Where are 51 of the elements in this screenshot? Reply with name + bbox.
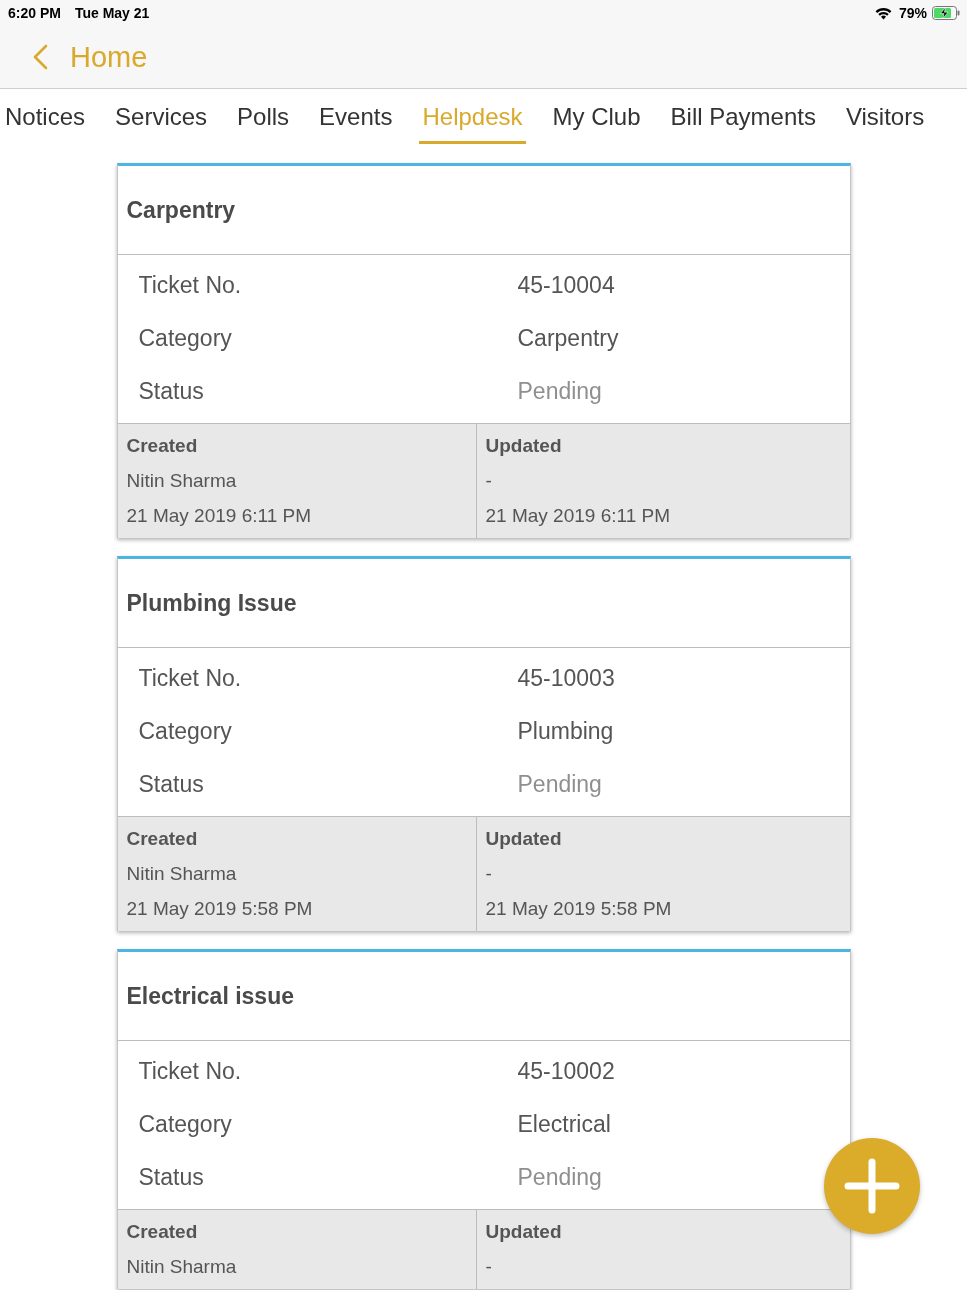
field-value: Electrical bbox=[517, 1110, 611, 1139]
field-value: Carpentry bbox=[517, 324, 619, 353]
field-label: Status bbox=[138, 377, 204, 406]
plus-icon bbox=[844, 1158, 900, 1214]
tab[interactable]: Services bbox=[112, 89, 211, 144]
chevron-left-icon bbox=[32, 44, 48, 70]
field-value: Plumbing bbox=[517, 717, 614, 746]
footer-heading: Created bbox=[126, 435, 198, 457]
wifi-icon bbox=[874, 6, 892, 20]
tab[interactable]: Visitors bbox=[842, 89, 928, 144]
ticket-title: Electrical issue bbox=[126, 982, 294, 1010]
timestamp: 21 May 2019 5:58 PM bbox=[126, 898, 313, 920]
tab[interactable]: Events bbox=[316, 89, 396, 144]
author-name: - bbox=[485, 863, 492, 885]
field-label: Ticket No. bbox=[138, 1057, 242, 1086]
field-label: Ticket No. bbox=[138, 271, 242, 300]
timestamp: 21 May 2019 6:11 PM bbox=[126, 505, 311, 527]
timestamp: 21 May 2019 6:11 PM bbox=[485, 505, 670, 527]
field-label: Ticket No. bbox=[138, 664, 242, 693]
field-label: Category bbox=[138, 717, 232, 746]
timestamp: 21 May 2019 5:58 PM bbox=[485, 898, 672, 920]
footer-heading: Updated bbox=[485, 435, 562, 457]
author-name: - bbox=[485, 470, 492, 492]
footer-heading: Created bbox=[126, 1221, 198, 1243]
footer-heading: Created bbox=[126, 828, 198, 850]
tab[interactable]: Polls bbox=[234, 89, 293, 144]
author-name: - bbox=[485, 1256, 492, 1278]
status-value: Pending bbox=[517, 770, 602, 799]
author-name: Nitin Sharma bbox=[126, 1256, 237, 1278]
tab[interactable]: Bill Payments bbox=[667, 89, 819, 144]
footer-heading: Updated bbox=[485, 1221, 562, 1243]
field-value: 45-10004 bbox=[517, 271, 615, 300]
field-label: Category bbox=[138, 1110, 232, 1139]
add-button[interactable] bbox=[824, 1138, 920, 1234]
author-name: Nitin Sharma bbox=[126, 863, 237, 885]
status-value: Pending bbox=[517, 1163, 602, 1192]
status-date: Tue May 21 bbox=[74, 5, 150, 21]
field-value: 45-10003 bbox=[517, 664, 615, 693]
status-time: 6:20 PM bbox=[8, 5, 61, 21]
field-label: Status bbox=[138, 1163, 204, 1192]
status-value: Pending bbox=[517, 377, 602, 406]
ticket-title: Carpentry bbox=[126, 196, 236, 224]
author-name: Nitin Sharma bbox=[126, 470, 237, 492]
tab[interactable]: My Club bbox=[549, 89, 644, 144]
battery-percent: 79% bbox=[898, 5, 927, 21]
footer-heading: Updated bbox=[485, 828, 562, 850]
ticket-title: Plumbing Issue bbox=[126, 589, 297, 617]
field-label: Status bbox=[138, 770, 204, 799]
field-label: Category bbox=[138, 324, 232, 353]
tab[interactable]: Notices bbox=[2, 89, 89, 144]
field-value: 45-10002 bbox=[517, 1057, 615, 1086]
